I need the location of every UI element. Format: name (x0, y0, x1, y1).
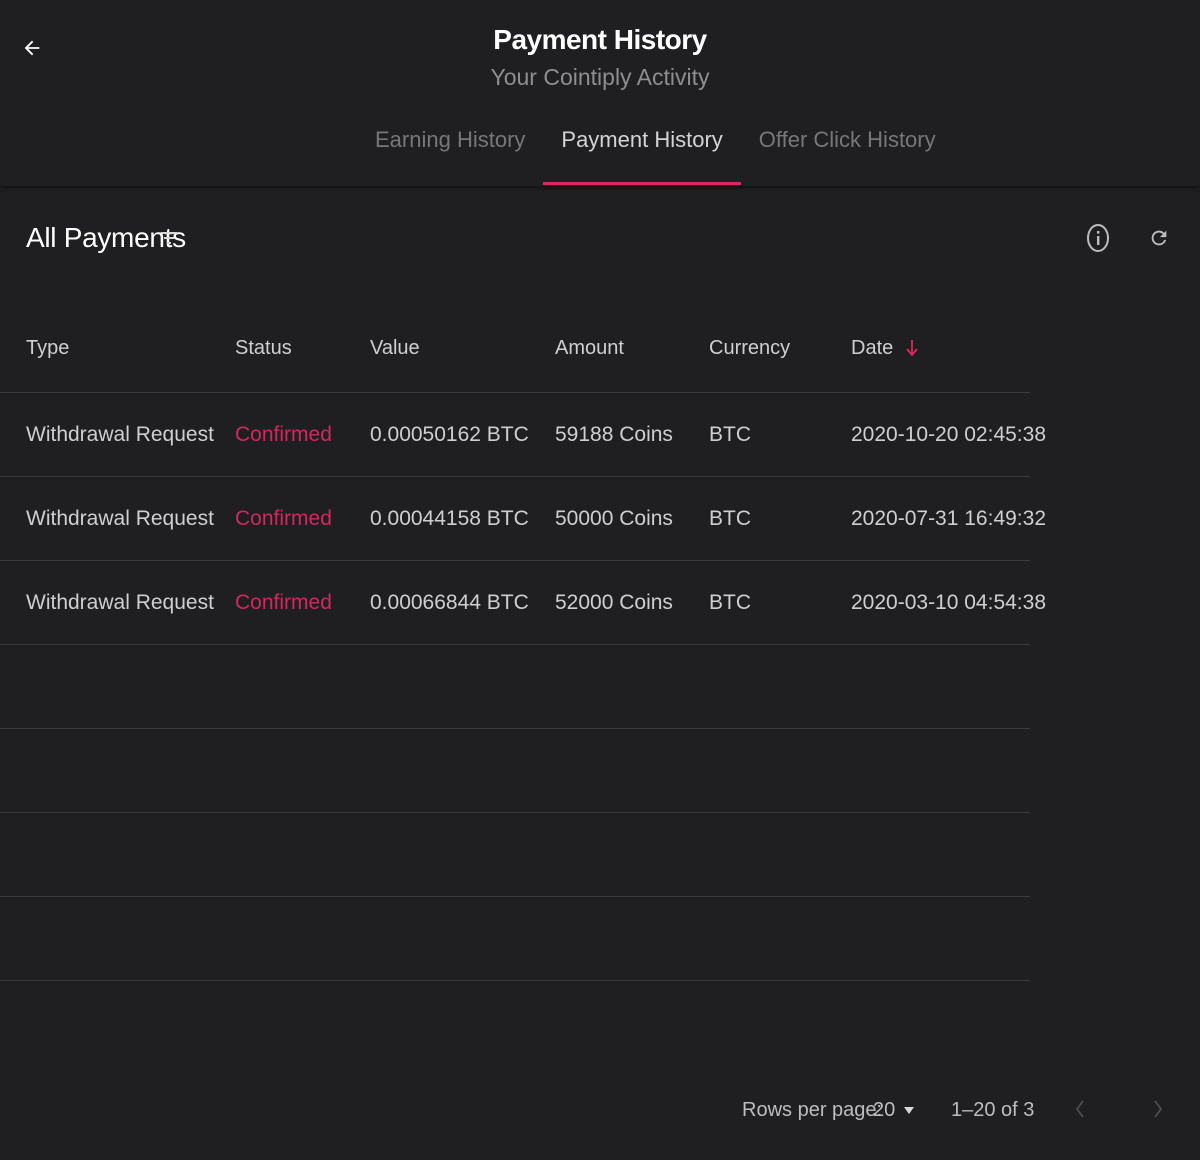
history-tabs: Earning History Payment History Offer Cl… (357, 118, 954, 186)
column-header-type[interactable]: Type (26, 302, 69, 392)
column-header-value[interactable]: Value (370, 302, 420, 392)
cell-amount: 50000 Coins (555, 506, 673, 530)
previous-page-button[interactable] (1064, 1095, 1096, 1129)
cell-type: Withdrawal Request (26, 422, 214, 446)
table-row[interactable]: Withdrawal Request Confirmed 0.00044158 … (0, 477, 1046, 561)
empty-row (0, 813, 1030, 897)
page-title: Payment History (493, 24, 707, 55)
filter-icon (160, 229, 178, 252)
payments-table: Type Status Value Amount Currency Date W… (0, 302, 1046, 981)
empty-row (0, 897, 1030, 981)
refresh-button[interactable] (1141, 222, 1177, 258)
tab-payment-history[interactable]: Payment History (543, 118, 742, 185)
page-subtitle: Your Cointiply Activity (490, 64, 710, 90)
filter-button[interactable] (156, 226, 182, 254)
chevron-right-icon (1153, 1099, 1163, 1125)
column-header-date-label: Date (851, 336, 894, 359)
cell-value: 0.00066844 BTC (370, 590, 529, 614)
cell-date: 2020-03-10 04:54:38 (851, 590, 1046, 614)
table-row[interactable]: Withdrawal Request Confirmed 0.00066844 … (0, 561, 1046, 645)
empty-row (0, 729, 1030, 813)
cell-type: Withdrawal Request (26, 506, 214, 530)
cell-status: Confirmed (235, 422, 332, 446)
cell-date: 2020-07-31 16:49:32 (851, 506, 1046, 530)
cell-date: 2020-10-20 02:45:38 (851, 422, 1046, 446)
pagination-range: 1–20 of 3 (951, 1099, 1035, 1121)
cell-value: 0.00050162 BTC (370, 422, 529, 446)
cell-status: Confirmed (235, 590, 332, 614)
rows-per-page-select[interactable]: 20 (873, 1099, 915, 1122)
cell-amount: 52000 Coins (555, 590, 673, 614)
column-header-amount[interactable]: Amount (555, 302, 624, 392)
info-button[interactable] (1080, 222, 1116, 258)
chevron-left-icon (1075, 1099, 1085, 1125)
app-header: Payment History Your Cointiply Activity … (0, 0, 1200, 186)
tab-earning-history[interactable]: Earning History (357, 118, 543, 184)
cell-type: Withdrawal Request (26, 590, 214, 614)
table-header-row: Type Status Value Amount Currency Date (0, 302, 1030, 393)
column-header-date[interactable]: Date (851, 302, 919, 392)
caret-down-icon (904, 1107, 915, 1114)
cell-amount: 59188 Coins (555, 422, 673, 446)
refresh-icon (1148, 224, 1170, 257)
tab-offer-click-history[interactable]: Offer Click History (741, 118, 954, 184)
column-header-status[interactable]: Status (235, 302, 292, 392)
arrow-down-icon[interactable] (905, 339, 919, 357)
rows-per-page-label: Rows per page: (742, 1099, 883, 1121)
info-icon (1085, 223, 1111, 258)
table-row[interactable]: Withdrawal Request Confirmed 0.00050162 … (0, 393, 1046, 477)
next-page-button[interactable] (1142, 1095, 1174, 1129)
table-pagination: Rows per page: 20 1–20 of 3 (0, 1095, 1200, 1131)
column-header-currency[interactable]: Currency (709, 302, 790, 392)
cell-status: Confirmed (235, 506, 332, 530)
empty-row (0, 645, 1030, 729)
cell-currency: BTC (709, 422, 751, 446)
cell-currency: BTC (709, 506, 751, 530)
cell-currency: BTC (709, 590, 751, 614)
rows-per-page-value: 20 (873, 1099, 896, 1121)
cell-value: 0.00044158 BTC (370, 506, 529, 530)
